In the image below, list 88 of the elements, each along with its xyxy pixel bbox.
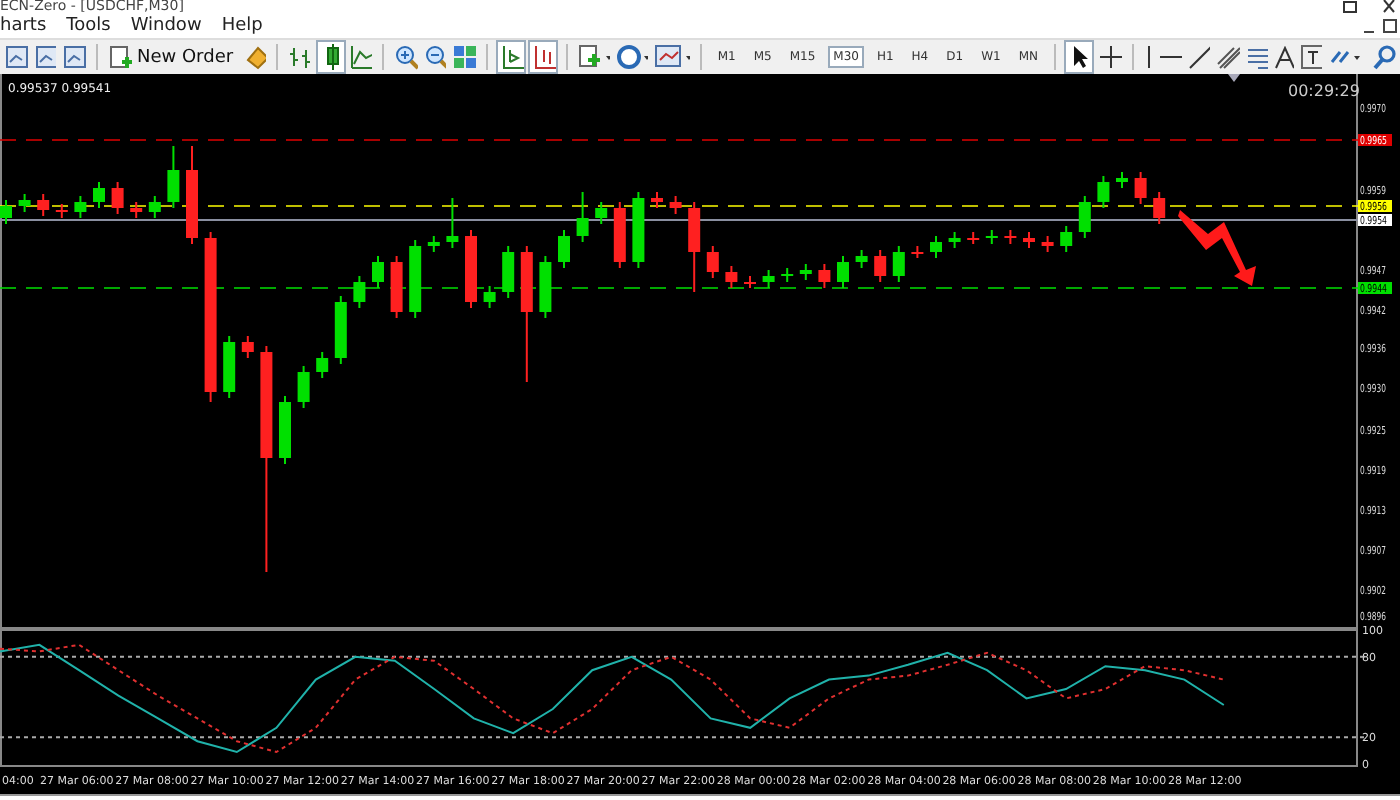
zoom-out-icon[interactable] [423, 44, 447, 70]
text-tool-icon[interactable] [1274, 45, 1294, 69]
candlestick [818, 263, 831, 289]
document-plus-icon [110, 45, 133, 69]
candlestick [1078, 195, 1091, 239]
menu-item[interactable]: Help [221, 15, 275, 37]
search-icon[interactable] [1372, 44, 1396, 70]
auto-scroll-icon[interactable] [497, 42, 525, 72]
candlestick [502, 245, 515, 299]
zigzag-arrow-icon [1178, 210, 1256, 286]
candlestick [558, 229, 570, 269]
candlestick [725, 265, 738, 289]
candlestick [241, 335, 254, 359]
menu-item[interactable]: harts [0, 15, 59, 37]
candlestick [297, 365, 310, 409]
candlestick [874, 249, 887, 283]
candlestick [1116, 171, 1128, 189]
candlestick [669, 195, 682, 215]
candlestick [948, 231, 961, 249]
candlestick [465, 229, 477, 309]
candlestick [55, 203, 68, 219]
candlestick [576, 191, 589, 243]
candlestick [1004, 229, 1017, 245]
line-chart-icon[interactable] [349, 44, 373, 70]
candlestick [837, 255, 849, 289]
candlestick [148, 195, 161, 219]
candlestick [167, 145, 180, 209]
add-indicator-icon[interactable] [578, 44, 611, 70]
menu-item[interactable]: Tools [66, 15, 123, 37]
channel-icon[interactable] [1216, 44, 1240, 70]
candlestick [186, 145, 198, 245]
candlestick [372, 255, 384, 289]
candlestick-icon[interactable] [317, 42, 344, 72]
horizontal-line-icon[interactable] [1158, 52, 1182, 62]
candlestick [985, 229, 998, 245]
candlestick [651, 191, 663, 209]
candlestick [1041, 235, 1054, 253]
chart-shift-icon[interactable] [530, 42, 557, 72]
candlestick [316, 351, 329, 379]
candlestick [744, 275, 756, 289]
candlestick [595, 201, 608, 225]
candlestick [93, 181, 105, 209]
candlestick [1060, 225, 1073, 253]
window-controls-icon[interactable] [1340, 0, 1400, 16]
tile-windows-icon[interactable] [452, 44, 476, 70]
zoom-in-icon[interactable] [394, 44, 418, 70]
candlestick [223, 335, 236, 399]
candlestick [37, 193, 50, 217]
candlestick [0, 199, 12, 225]
candlestick [390, 255, 403, 319]
shift-marker-icon [1228, 74, 1240, 82]
candlestick [427, 235, 440, 253]
candlestick [483, 285, 496, 309]
candlestick [706, 245, 719, 279]
candlestick [446, 197, 459, 249]
candlestick [967, 231, 980, 245]
candlestick [1153, 191, 1166, 225]
candlestick [18, 193, 31, 213]
candlestick [911, 245, 924, 259]
candlestick [781, 267, 794, 283]
candlestick [353, 275, 366, 309]
candlestick [130, 201, 143, 219]
candlestick [74, 195, 87, 219]
vertical-line-icon[interactable] [1143, 44, 1153, 70]
new-order-button[interactable]: New Order [106, 45, 238, 69]
candlestick [111, 181, 124, 215]
candlestick [1097, 175, 1110, 209]
candlestick [799, 263, 812, 281]
candlestick [688, 201, 701, 293]
text-label-icon[interactable] [1299, 44, 1323, 70]
candlestick [855, 249, 868, 269]
candlestick [279, 395, 291, 465]
template-icon[interactable] [654, 44, 690, 70]
candlestick [409, 239, 422, 319]
candlestick [520, 245, 533, 383]
candlestick [539, 255, 552, 319]
candlestick [632, 191, 645, 269]
candlestick [1134, 171, 1147, 205]
minimize-restore-icon[interactable] [1360, 17, 1400, 35]
crosshair-icon[interactable] [1098, 44, 1122, 70]
menu-item[interactable]: Window [130, 15, 214, 37]
candlestick [762, 269, 775, 289]
candlestick [892, 245, 905, 283]
bar-chart-icon[interactable] [287, 44, 312, 70]
candlestick [1023, 231, 1035, 249]
candlestick [930, 235, 942, 259]
trendline-icon[interactable] [1187, 44, 1211, 70]
cursor-icon[interactable] [1065, 42, 1093, 72]
